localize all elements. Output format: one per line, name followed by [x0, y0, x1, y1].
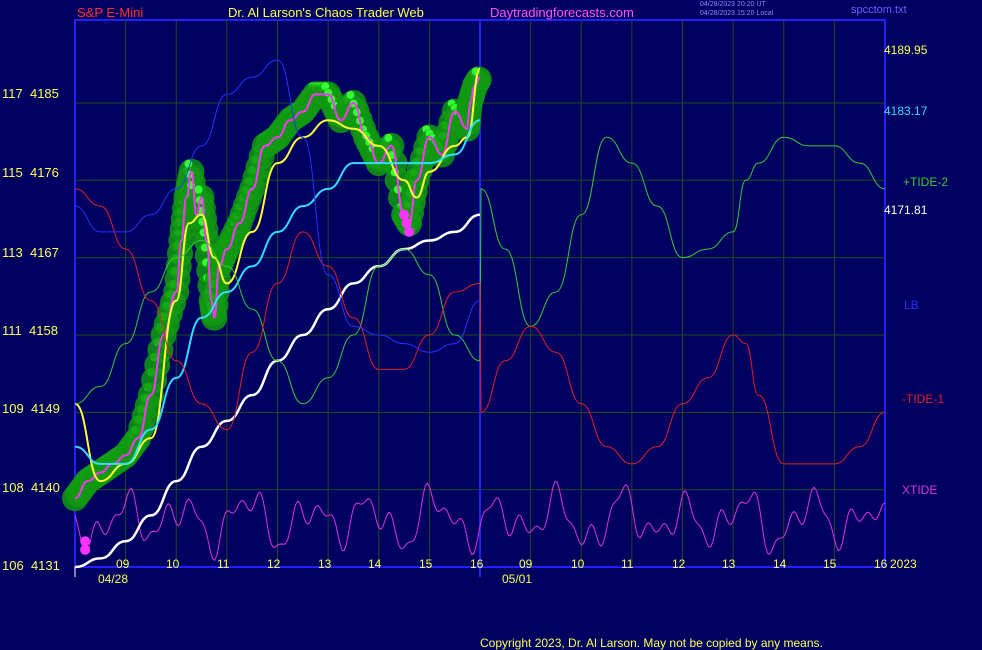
timestamp-utc: 04/28/2023 20:20 UT: [700, 1, 766, 8]
chart-title: S&P E-Mini: [77, 5, 144, 20]
last-price-label: 4189.95: [884, 43, 928, 57]
y-label-109: 109 4149: [2, 401, 60, 416]
x-end-label: 2023: [890, 557, 917, 571]
x-tick-label: 09: [116, 557, 130, 571]
x-tick-label: 14: [773, 557, 787, 571]
y-label-115: 115 4176: [2, 165, 59, 180]
highlight-band: [62, 66, 492, 512]
mid-ma-value-label: 4183.17: [884, 104, 928, 118]
y-label-106: 106 4131: [2, 558, 60, 573]
y-label-108: 108 4140: [2, 480, 60, 495]
x-tick-label: 11: [621, 557, 634, 571]
file-name: spcctom.txt: [851, 4, 907, 16]
low-marker-dot: [404, 226, 415, 237]
x-tick-label: 10: [571, 557, 585, 571]
x-tick-label: 10: [166, 557, 180, 571]
highlight-dot: [346, 90, 355, 99]
slow-ma-value-label: 4171.81: [884, 203, 928, 217]
lb-label: LB: [904, 298, 919, 312]
y-label-113: 113 4167: [2, 245, 59, 260]
x-tick-label: 13: [318, 557, 332, 571]
timestamp-local: 04/28/2023 15:20 Local: [700, 10, 774, 17]
xtide-label: XTIDE: [902, 483, 938, 497]
x-tick-label: 09: [519, 557, 533, 571]
y-label-117: 117 4185: [2, 86, 59, 101]
low-marker-dot: [401, 218, 412, 229]
y-label-111: 111 4158: [2, 323, 58, 338]
highlight-dot: [194, 185, 203, 194]
x-tick-label: 16: [470, 557, 484, 571]
x-tick-label: 15: [419, 557, 433, 571]
date-label-second: 05/01: [502, 572, 533, 586]
site-name: Dr. Al Larson's Chaos Trader Web: [228, 5, 424, 20]
x-tick-label: 11: [217, 557, 230, 571]
tide1-label: -TIDE-1: [902, 392, 944, 406]
x-tick-label: 12: [672, 557, 686, 571]
highlight-dot: [384, 133, 393, 142]
copyright-notice: Copyright 2023, Dr. Al Larson. May not b…: [480, 636, 823, 650]
low-marker-dot: [80, 536, 91, 547]
tide2-label: +TIDE-2: [903, 175, 949, 189]
x-tick-label: 16: [874, 557, 888, 571]
site-link[interactable]: Daytradingforecasts.com: [490, 5, 634, 20]
low-marker-dot: [80, 544, 91, 555]
x-tick-label: 15: [823, 557, 837, 571]
low-marker-dot: [399, 209, 410, 220]
x-tick-label: 14: [368, 557, 382, 571]
x-tick-label: 12: [267, 557, 281, 571]
chart-canvas: [62, 19, 886, 577]
x-tick-label: 13: [722, 557, 736, 571]
date-label-first: 04/28: [98, 572, 129, 586]
